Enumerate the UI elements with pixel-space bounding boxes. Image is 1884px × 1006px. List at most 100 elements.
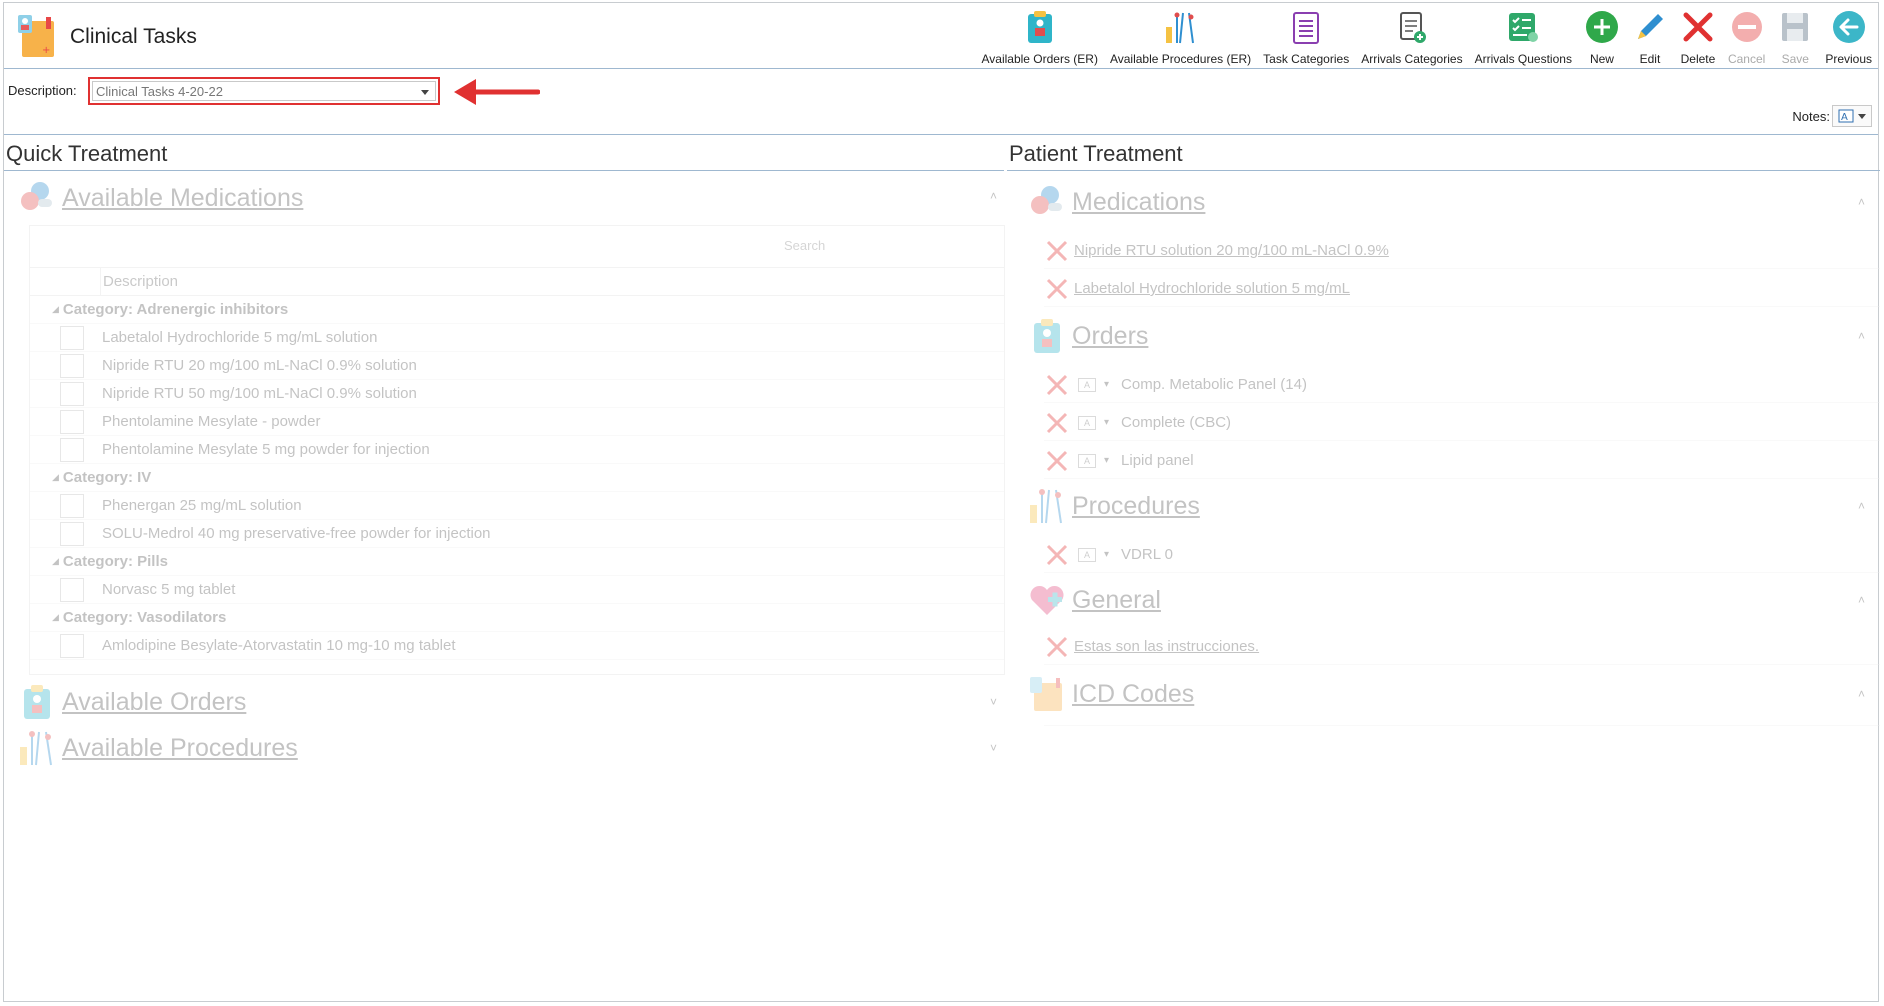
available-procedures-er-button[interactable]: Available Procedures (ER) [1104,3,1257,69]
remove-x-icon[interactable] [1044,542,1070,568]
table-row[interactable]: SOLU-Medrol 40 mg preservative-free powd… [30,520,1004,548]
expand-triangle-icon[interactable]: ◢ [52,472,59,483]
row-checkbox[interactable] [60,437,84,462]
new-button[interactable]: New [1578,3,1626,69]
icd-codes-title[interactable]: ICD Codes [1072,680,1194,709]
available-medications-title[interactable]: Available Medications [62,184,303,213]
description-dropdown[interactable]: Clinical Tasks 4-20-22 [88,77,440,105]
remove-x-icon[interactable] [1044,276,1070,302]
medication-item-link[interactable]: Nipride RTU solution 20 mg/100 mL-NaCl 0… [1074,242,1389,259]
row-checkbox[interactable] [60,577,84,602]
table-row[interactable]: Nipride RTU 20 mg/100 mL-NaCl 0.9% solut… [30,352,1004,380]
notes-mini-icon[interactable]: A [1078,453,1096,468]
notes-mini-icon[interactable]: A [1078,547,1096,562]
medication-item-link[interactable]: Labetalol Hydrochloride solution 5 mg/mL [1074,280,1350,297]
grid-category-row[interactable]: ◢ Category: Pills [30,548,1004,576]
chevron-up-icon[interactable]: ˄ [990,189,997,203]
medication-label: Phentolamine Mesylate 5 mg powder for in… [102,441,430,458]
grid-category-row[interactable]: ◢ Category: Adrenergic inhibitors [30,296,1004,324]
row-checkbox[interactable] [60,633,84,658]
grid-category-row[interactable]: ◢ Category: IV [30,464,1004,492]
general-item-link[interactable]: Estas son las instrucciones. [1074,638,1259,655]
remove-x-icon[interactable] [1044,372,1070,398]
medication-label: Nipride RTU 50 mg/100 mL-NaCl 0.9% solut… [102,385,417,402]
available-procedures-section[interactable]: Available Procedures [18,729,298,767]
orders-title[interactable]: Orders [1072,322,1148,351]
mini-dropdown-caret: ▾ [1104,417,1110,428]
row-checkbox[interactable] [60,353,84,378]
remove-x-icon[interactable] [1044,238,1070,264]
remove-x-icon[interactable] [1044,410,1070,436]
medication-label: Amlodipine Besylate-Atorvastatin 10 mg-1… [102,637,456,654]
icd-codes-divider [1044,725,1880,726]
row-checkbox[interactable] [60,493,84,518]
arrivals-categories-button[interactable]: Arrivals Categories [1355,3,1468,69]
plus-circle-icon [1585,11,1618,43]
chevron-up-icon[interactable]: ˄ [1858,593,1865,607]
orders-section[interactable]: Orders [1028,317,1148,355]
icd-codes-section[interactable]: ICD Codes [1028,675,1194,713]
table-row[interactable]: Amlodipine Besylate-Atorvastatin 10 mg-1… [30,632,1004,660]
list-item: Estas son las instrucciones. [1044,629,1880,665]
chevron-up-icon[interactable]: ˄ [1858,329,1865,343]
task-categories-button[interactable]: Task Categories [1257,3,1355,69]
table-row[interactable]: Phentolamine Mesylate 5 mg powder for in… [30,436,1004,464]
expand-triangle-icon[interactable]: ◢ [52,304,59,315]
general-title[interactable]: General [1072,586,1161,615]
description-label: Description: [8,83,77,98]
procedures-section[interactable]: Procedures [1028,487,1200,525]
delete-button[interactable]: Delete [1674,3,1722,69]
available-orders-er-button[interactable]: Available Orders (ER) [975,3,1103,69]
medications-title[interactable]: Medications [1072,188,1205,217]
previous-button[interactable]: Previous [1819,3,1878,69]
procedures-tools-icon [20,731,52,766]
chevron-up-icon[interactable]: ˄ [1858,195,1865,209]
list-item: A ▾ VDRL 0 [1044,537,1880,573]
list-item: A ▾ Lipid panel [1044,443,1880,479]
table-row[interactable]: Norvasc 5 mg tablet [30,576,1004,604]
available-procedures-title[interactable]: Available Procedures [62,734,298,763]
list-item: Nipride RTU solution 20 mg/100 mL-NaCl 0… [1044,233,1880,269]
procedures-title[interactable]: Procedures [1072,492,1200,521]
row-checkbox[interactable] [60,521,84,546]
orders-clipboard-icon [24,685,50,719]
available-orders-section[interactable]: Available Orders [18,683,246,721]
general-section[interactable]: General [1028,581,1161,619]
grid-column-header: Description [30,268,1004,296]
table-row[interactable]: Nipride RTU 50 mg/100 mL-NaCl 0.9% solut… [30,380,1004,408]
grid-category-row[interactable]: ◢ Category: Vasodilators [30,604,1004,632]
grid-search-input[interactable]: Search [784,238,844,253]
medications-section[interactable]: Medications [1028,183,1205,221]
category-label: Category: Pills [62,553,168,570]
chevron-down-icon[interactable]: ˅ [990,695,997,709]
cancel-button[interactable]: Cancel [1722,3,1771,69]
notes-button[interactable]: A [1832,105,1872,127]
expand-triangle-icon[interactable]: ◢ [52,612,59,623]
toolbar: Available Orders (ER) Available Procedur… [975,3,1878,69]
app-window: + Clinical Tasks Available Orders (ER) A… [3,2,1880,1002]
description-column-header[interactable]: Description [103,273,178,290]
chevron-up-icon[interactable]: ˄ [1858,687,1865,701]
table-row[interactable]: Phenergan 25 mg/mL solution [30,492,1004,520]
remove-x-icon[interactable] [1044,634,1070,660]
edit-button[interactable]: Edit [1626,3,1674,69]
row-checkbox[interactable] [60,409,84,434]
chevron-down-icon [421,90,429,95]
row-checkbox[interactable] [60,381,84,406]
notes-mini-icon[interactable]: A [1078,415,1096,430]
available-orders-title[interactable]: Available Orders [62,688,246,717]
description-value: Clinical Tasks 4-20-22 [96,83,223,99]
row-checkbox[interactable] [60,325,84,350]
available-medications-section[interactable]: Available Medications [18,179,303,217]
notes-mini-icon[interactable]: A [1078,377,1096,392]
category-label: Category: Vasodilators [62,609,227,626]
table-row[interactable]: Labetalol Hydrochloride 5 mg/mL solution [30,324,1004,352]
remove-x-icon[interactable] [1044,448,1070,474]
chevron-up-icon[interactable]: ˄ [1858,499,1865,513]
table-row[interactable]: Phentolamine Mesylate - powder [30,408,1004,436]
save-button[interactable]: Save [1771,3,1819,69]
expand-triangle-icon[interactable]: ◢ [52,556,59,567]
arrivals-questions-button[interactable]: Arrivals Questions [1469,3,1578,69]
chevron-down-icon[interactable]: ˅ [990,741,997,755]
procedures-tools-icon [1030,489,1062,524]
